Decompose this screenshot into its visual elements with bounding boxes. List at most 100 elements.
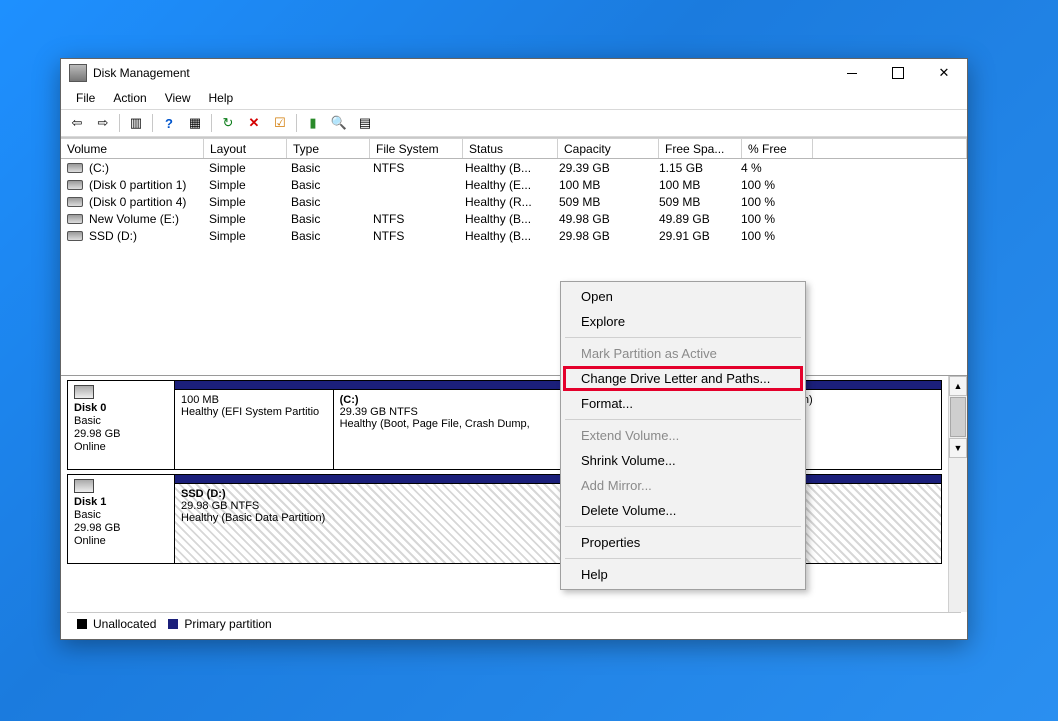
disk-type: Basic xyxy=(74,415,168,427)
partition-header-bar xyxy=(175,475,941,484)
disk-state: Online xyxy=(74,441,168,453)
legend-bar: Unallocated Primary partition xyxy=(67,612,961,635)
scroll-thumb[interactable] xyxy=(950,397,966,437)
refresh-icon[interactable]: ↻ xyxy=(216,111,240,135)
ctx-add-mirror: Add Mirror... xyxy=(563,473,803,498)
disk-row[interactable]: Disk 1Basic29.98 GBOnlineSSD (D:)29.98 G… xyxy=(67,474,942,564)
partition-status: Healthy (Basic Data Partition) xyxy=(181,512,935,524)
disk-icon xyxy=(74,479,94,493)
more-actions-icon[interactable]: ▤ xyxy=(353,111,377,135)
minimize-button[interactable] xyxy=(829,59,875,87)
scroll-up-icon[interactable]: ▲ xyxy=(949,376,967,396)
volume-free: 49.89 GB xyxy=(653,212,735,226)
volume-pctfree: 4 % xyxy=(735,161,805,175)
ctx-change-drive-letter[interactable]: Change Drive Letter and Paths... xyxy=(563,366,803,391)
toolbar-separator xyxy=(296,114,297,132)
ctx-help[interactable]: Help xyxy=(563,562,803,587)
disk-icon xyxy=(67,197,83,207)
legend-swatch-unallocated xyxy=(77,619,87,629)
volume-layout: Simple xyxy=(203,178,285,192)
maximize-button[interactable] xyxy=(875,59,921,87)
volume-capacity: 100 MB xyxy=(553,178,653,192)
ctx-separator xyxy=(565,337,801,338)
ctx-shrink-volume[interactable]: Shrink Volume... xyxy=(563,448,803,473)
menu-help[interactable]: Help xyxy=(200,89,243,107)
context-menu: Open Explore Mark Partition as Active Ch… xyxy=(560,281,806,590)
legend-swatch-primary xyxy=(168,619,178,629)
volume-capacity: 29.39 GB xyxy=(553,161,653,175)
col-capacity[interactable]: Capacity xyxy=(558,138,659,158)
volume-free: 100 MB xyxy=(653,178,735,192)
toolbar: ⇦ ⇨ ▥ ? ▦ ↻ ✕ ☑ ▮ 🔍 ▤ xyxy=(61,109,967,137)
partition[interactable]: SSD (D:)29.98 GB NTFSHealthy (Basic Data… xyxy=(175,484,941,563)
menu-view[interactable]: View xyxy=(156,89,200,107)
volume-type: Basic xyxy=(285,161,367,175)
ctx-extend-volume: Extend Volume... xyxy=(563,423,803,448)
delete-icon[interactable]: ✕ xyxy=(242,111,266,135)
menu-action[interactable]: Action xyxy=(104,89,155,107)
ctx-properties[interactable]: Properties xyxy=(563,530,803,555)
col-freespace[interactable]: Free Spa... xyxy=(659,138,742,158)
disk-icon xyxy=(74,385,94,399)
disk-partitions: 100 MBHealthy (EFI System Partitio(C:)29… xyxy=(175,381,941,469)
col-filesystem[interactable]: File System xyxy=(370,138,463,158)
partition-size-fs: 100 MB xyxy=(181,394,327,406)
volume-row[interactable]: (Disk 0 partition 4)SimpleBasicHealthy (… xyxy=(61,193,967,210)
ctx-open[interactable]: Open xyxy=(563,284,803,309)
volume-list-body[interactable]: (C:)SimpleBasicNTFSHealthy (B...29.39 GB… xyxy=(61,159,967,375)
settings-icon[interactable]: ▦ xyxy=(183,111,207,135)
disk-row[interactable]: Disk 0Basic29.98 GBOnline100 MBHealthy (… xyxy=(67,380,942,470)
volume-capacity: 29.98 GB xyxy=(553,229,653,243)
col-volume[interactable]: Volume xyxy=(61,138,204,158)
ctx-delete-volume[interactable]: Delete Volume... xyxy=(563,498,803,523)
volume-type: Basic xyxy=(285,195,367,209)
check-icon[interactable]: ☑ xyxy=(268,111,292,135)
disk-partitions: SSD (D:)29.98 GB NTFSHealthy (Basic Data… xyxy=(175,475,941,563)
disk-label: Disk 0Basic29.98 GBOnline xyxy=(68,381,175,469)
volume-row[interactable]: (C:)SimpleBasicNTFSHealthy (B...29.39 GB… xyxy=(61,159,967,176)
scroll-down-icon[interactable]: ▼ xyxy=(949,438,967,458)
toolbar-separator xyxy=(211,114,212,132)
volume-list-header: Volume Layout Type File System Status Ca… xyxy=(61,138,967,159)
volume-row[interactable]: (Disk 0 partition 1)SimpleBasicHealthy (… xyxy=(61,176,967,193)
volume-capacity: 509 MB xyxy=(553,195,653,209)
ctx-explore[interactable]: Explore xyxy=(563,309,803,334)
vertical-scrollbar[interactable]: ▲ ▼ xyxy=(948,376,967,612)
volume-name: (C:) xyxy=(89,161,109,175)
volume-name: SSD (D:) xyxy=(89,229,137,243)
disk-title: Disk 0 xyxy=(74,402,168,414)
properties-icon[interactable]: 🔍 xyxy=(327,111,351,135)
toolbar-separator xyxy=(119,114,120,132)
menubar: File Action View Help xyxy=(61,87,967,109)
menu-file[interactable]: File xyxy=(67,89,104,107)
disk-icon xyxy=(67,180,83,190)
volume-row[interactable]: SSD (D:)SimpleBasicNTFSHealthy (B...29.9… xyxy=(61,227,967,244)
volume-fs: NTFS xyxy=(367,212,459,226)
disk-size: 29.98 GB xyxy=(74,428,168,440)
disk-graphic-pane: Disk 0Basic29.98 GBOnline100 MBHealthy (… xyxy=(61,375,967,612)
volume-pctfree: 100 % xyxy=(735,212,805,226)
show-hide-console-tree-icon[interactable]: ▥ xyxy=(124,111,148,135)
volume-capacity: 49.98 GB xyxy=(553,212,653,226)
disk-graphic-body[interactable]: Disk 0Basic29.98 GBOnline100 MBHealthy (… xyxy=(61,376,948,612)
disk-management-window: Disk Management File Action View Help ⇦ … xyxy=(60,58,968,640)
col-layout[interactable]: Layout xyxy=(204,138,287,158)
partition[interactable]: 100 MBHealthy (EFI System Partitio xyxy=(175,390,333,469)
volume-fs: NTFS xyxy=(367,229,459,243)
disk-title: Disk 1 xyxy=(74,496,168,508)
col-pctfree[interactable]: % Free xyxy=(742,138,813,158)
help-icon[interactable]: ? xyxy=(157,111,181,135)
ctx-format[interactable]: Format... xyxy=(563,391,803,416)
partition-size-fs: 29.98 GB NTFS xyxy=(181,500,935,512)
close-button[interactable] xyxy=(921,59,967,87)
col-type[interactable]: Type xyxy=(287,138,370,158)
rescan-icon[interactable]: ▮ xyxy=(301,111,325,135)
col-status[interactable]: Status xyxy=(463,138,558,158)
volume-row[interactable]: New Volume (E:)SimpleBasicNTFSHealthy (B… xyxy=(61,210,967,227)
volume-layout: Simple xyxy=(203,212,285,226)
back-icon[interactable]: ⇦ xyxy=(65,111,89,135)
volume-layout: Simple xyxy=(203,195,285,209)
forward-icon[interactable]: ⇨ xyxy=(91,111,115,135)
volume-type: Basic xyxy=(285,212,367,226)
toolbar-separator xyxy=(152,114,153,132)
